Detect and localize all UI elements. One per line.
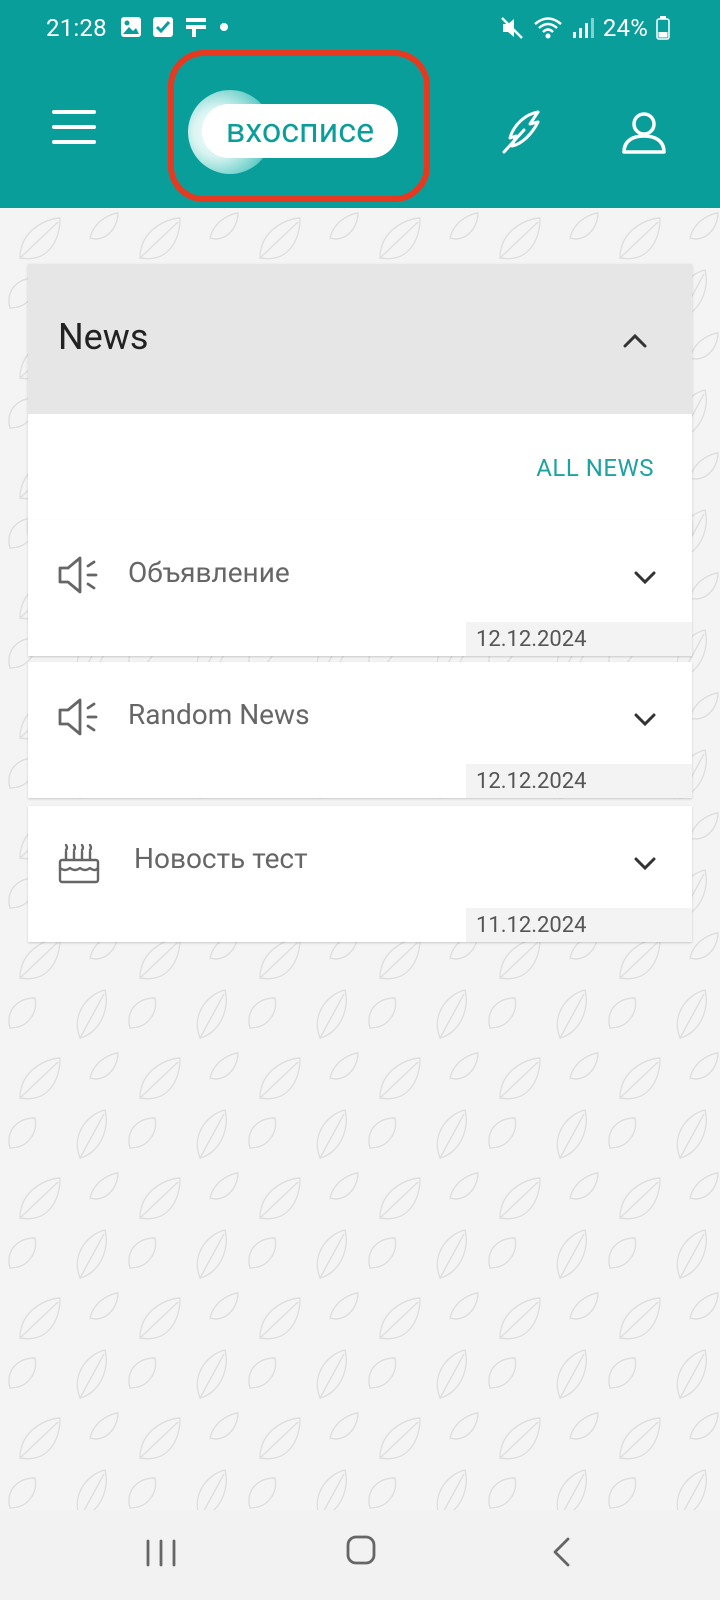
news-item-date: 12.12.2024 xyxy=(466,622,692,656)
dot-icon xyxy=(220,23,228,31)
logo-highlight-annotation xyxy=(168,50,430,202)
news-item-title: Новость тест xyxy=(134,842,308,875)
app-header: 21:28 24% вхосписе xyxy=(0,0,720,208)
chevron-down-icon[interactable] xyxy=(632,564,658,590)
status-time: 21:28 xyxy=(46,14,107,42)
battery-percent: 24% xyxy=(602,14,648,42)
mute-icon xyxy=(500,17,523,39)
feather-icon[interactable] xyxy=(498,106,550,158)
menu-button[interactable] xyxy=(52,110,96,150)
recents-icon[interactable] xyxy=(144,1538,178,1568)
chevron-down-icon[interactable] xyxy=(632,706,658,732)
notification-icons xyxy=(120,16,230,38)
system-icons: 24% xyxy=(499,14,670,42)
chevron-up-icon[interactable] xyxy=(620,326,650,356)
news-panel-body: ALL NEWS xyxy=(28,414,692,534)
news-item[interactable]: Новость тест 11.12.2024 xyxy=(28,806,692,942)
news-item-date: 11.12.2024 xyxy=(466,908,692,942)
hamburger-line xyxy=(52,110,96,114)
news-item-title: Random News xyxy=(128,698,310,731)
news-item[interactable]: Объявление 12.12.2024 xyxy=(28,520,692,656)
news-panel-title: News xyxy=(58,316,149,358)
gallery-icon xyxy=(121,17,141,37)
signal-icon xyxy=(572,18,594,38)
news-item-title: Объявление xyxy=(128,556,290,589)
news-panel: News ALL NEWS xyxy=(28,264,692,534)
back-icon[interactable] xyxy=(550,1536,572,1568)
megaphone-icon xyxy=(58,698,98,736)
news-panel-header[interactable]: News xyxy=(28,264,692,414)
megaphone-icon xyxy=(58,556,98,594)
app-icon xyxy=(186,18,206,37)
hamburger-line xyxy=(52,125,96,129)
system-navigation-bar xyxy=(0,1510,720,1600)
news-item[interactable]: Random News 12.12.2024 xyxy=(28,662,692,798)
chevron-down-icon[interactable] xyxy=(632,850,658,876)
checkbox-icon xyxy=(153,17,173,37)
battery-icon xyxy=(656,16,670,40)
home-icon[interactable] xyxy=(345,1534,377,1566)
cake-icon xyxy=(58,843,100,884)
wifi-icon xyxy=(534,17,562,39)
all-news-link[interactable]: ALL NEWS xyxy=(536,454,654,482)
hamburger-line xyxy=(52,140,96,144)
news-item-date: 12.12.2024 xyxy=(466,764,692,798)
profile-icon[interactable] xyxy=(620,108,668,156)
